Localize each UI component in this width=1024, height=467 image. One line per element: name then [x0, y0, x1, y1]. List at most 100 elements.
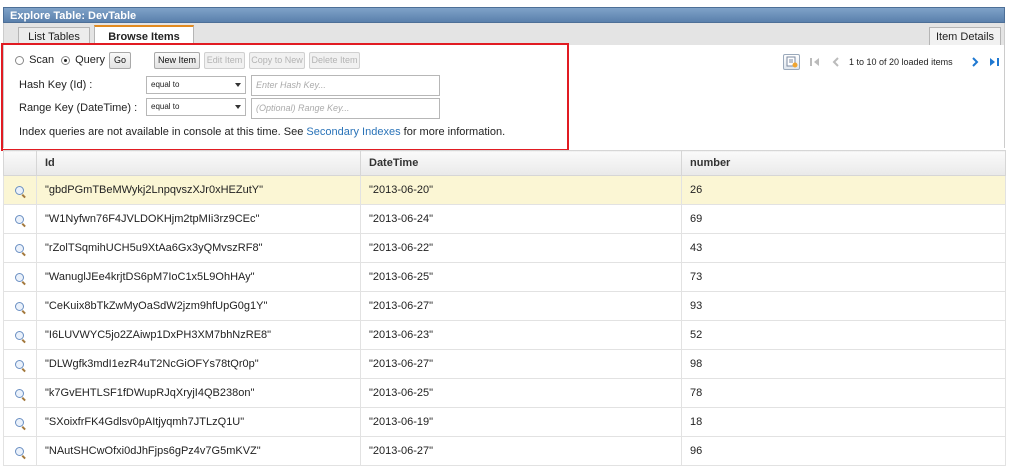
view-item-icon[interactable] [3, 349, 37, 379]
cell-datetime[interactable]: "2013-06-19" [360, 407, 682, 437]
view-item-icon[interactable] [3, 262, 37, 292]
cell-id[interactable]: "SXoixfrFK4Gdlsv0pAItjyqmh7JTLzQ1U" [36, 407, 361, 437]
scan-radio[interactable] [15, 55, 24, 65]
view-item-icon[interactable] [3, 407, 37, 437]
cell-id[interactable]: "I6LUVWYC5jo2ZAiwp1DxPH3XM7bhNzRE8" [36, 320, 361, 350]
table-row[interactable]: "k7GvEHTLSF1fDWupRJqXryjI4QB238on" "2013… [3, 378, 1006, 408]
index-note: Index queries are not available in conso… [19, 126, 505, 138]
view-item-icon[interactable] [3, 378, 37, 408]
first-page-icon[interactable] [809, 56, 821, 70]
cell-id[interactable]: "k7GvEHTLSF1fDWupRJqXryjI4QB238on" [36, 378, 361, 408]
cell-id[interactable]: "rZolTSqmihUCH5u9XtAa6Gx3yQMvszRF8" [36, 233, 361, 263]
table-row[interactable]: "CeKuix8bTkZwMyOaSdW2jzm9hfUpG0g1Y" "201… [3, 291, 1006, 321]
range-operator-value: equal to [151, 102, 180, 111]
cell-datetime[interactable]: "2013-06-27" [360, 291, 682, 321]
table-row[interactable]: "I6LUVWYC5jo2ZAiwp1DxPH3XM7bhNzRE8" "201… [3, 320, 1006, 350]
cell-number[interactable]: 18 [681, 407, 1006, 437]
items-table: Id DateTime number "gbdPGmTBeMWykj2Lnpqv… [3, 150, 1006, 466]
magnifier-icon [15, 359, 24, 369]
hash-key-input[interactable]: Enter Hash Key... [251, 75, 440, 96]
chevron-down-icon [235, 83, 241, 87]
cell-datetime[interactable]: "2013-06-27" [360, 436, 682, 466]
magnifier-icon [15, 446, 24, 456]
column-header-number[interactable]: number [681, 150, 1006, 176]
table-row[interactable]: "NAutSHCwOfxi0dJhFjps6gPz4v7G5mKVZ" "201… [3, 436, 1006, 466]
magnifier-icon [15, 417, 24, 427]
cell-number[interactable]: 43 [681, 233, 1006, 263]
cell-id[interactable]: "gbdPGmTBeMWykj2LnpqvszXJr0xHEZutY" [36, 175, 361, 205]
cell-number[interactable]: 52 [681, 320, 1006, 350]
view-item-icon[interactable] [3, 320, 37, 350]
magnifier-icon [15, 301, 24, 311]
view-item-icon[interactable] [3, 291, 37, 321]
go-button[interactable]: Go [109, 52, 131, 69]
header-spacer [3, 150, 37, 176]
query-option[interactable]: Query [61, 54, 105, 66]
cell-datetime[interactable]: "2013-06-24" [360, 204, 682, 234]
table-row[interactable]: "W1Nyfwn76F4JVLDOKHjm2tpMIi3rz9CEc" "201… [3, 204, 1006, 234]
pager-status: 1 to 10 of 20 loaded items [849, 57, 953, 67]
previous-page-icon[interactable] [831, 56, 841, 70]
cell-number[interactable]: 78 [681, 378, 1006, 408]
cell-id[interactable]: "W1Nyfwn76F4JVLDOKHjm2tpMIi3rz9CEc" [36, 204, 361, 234]
query-radio[interactable] [61, 55, 70, 65]
hash-operator-value: equal to [151, 80, 180, 89]
next-page-icon[interactable] [970, 56, 980, 70]
cell-number[interactable]: 98 [681, 349, 1006, 379]
tab-browse-items[interactable]: Browse Items [94, 25, 194, 46]
cell-datetime[interactable]: "2013-06-25" [360, 262, 682, 292]
scan-label: Scan [29, 54, 55, 66]
range-operator-select[interactable]: equal to [146, 98, 246, 116]
scan-option[interactable]: Scan [15, 54, 54, 66]
query-panel: Scan Query Go New Item Edit Item Copy to… [3, 45, 1005, 148]
magnifier-icon [15, 243, 24, 253]
chevron-down-icon [235, 105, 241, 109]
cell-number[interactable]: 73 [681, 262, 1006, 292]
cell-number[interactable]: 69 [681, 204, 1006, 234]
magnifier-icon [15, 185, 24, 195]
cell-datetime[interactable]: "2013-06-27" [360, 349, 682, 379]
table-row[interactable]: "SXoixfrFK4Gdlsv0pAItjyqmh7JTLzQ1U" "201… [3, 407, 1006, 437]
view-item-icon[interactable] [3, 175, 37, 205]
table-row[interactable]: "DLWgfk3mdI1ezR4uT2NcGiOFYs78tQr0p" "201… [3, 349, 1006, 379]
cell-datetime[interactable]: "2013-06-23" [360, 320, 682, 350]
cell-number[interactable]: 93 [681, 291, 1006, 321]
delete-item-button[interactable]: Delete Item [309, 52, 360, 69]
edit-item-button[interactable]: Edit Item [204, 52, 245, 69]
cell-number[interactable]: 26 [681, 175, 1006, 205]
new-item-button[interactable]: New Item [154, 52, 200, 69]
secondary-indexes-link[interactable]: Secondary Indexes [306, 126, 400, 138]
view-item-icon[interactable] [3, 233, 37, 263]
range-key-input[interactable]: (Optional) Range Key... [251, 98, 440, 119]
range-key-label: Range Key (DateTime) : [19, 102, 138, 114]
cell-id[interactable]: "DLWgfk3mdI1ezR4uT2NcGiOFYs78tQr0p" [36, 349, 361, 379]
refresh-icon[interactable] [783, 54, 800, 70]
magnifier-icon [15, 214, 24, 224]
cell-datetime[interactable]: "2013-06-20" [360, 175, 682, 205]
table-row[interactable]: "gbdPGmTBeMWykj2LnpqvszXJr0xHEZutY" "201… [3, 175, 1006, 205]
magnifier-icon [15, 272, 24, 282]
column-header-datetime[interactable]: DateTime [360, 150, 682, 176]
cell-datetime[interactable]: "2013-06-25" [360, 378, 682, 408]
tab-list-tables[interactable]: List Tables [18, 27, 90, 45]
cell-id[interactable]: "WanuglJEe4krjtDS6pM7IoC1x5L9OhHAy" [36, 262, 361, 292]
cell-number[interactable]: 96 [681, 436, 1006, 466]
table-header: Id DateTime number [3, 150, 1006, 176]
view-item-icon[interactable] [3, 204, 37, 234]
hash-key-label: Hash Key (Id) : [19, 79, 93, 91]
hash-operator-select[interactable]: equal to [146, 76, 246, 94]
last-page-icon[interactable] [988, 56, 1000, 70]
index-note-suffix: for more information. [403, 126, 506, 138]
table-row[interactable]: "WanuglJEe4krjtDS6pM7IoC1x5L9OhHAy" "201… [3, 262, 1006, 292]
cell-id[interactable]: "NAutSHCwOfxi0dJhFjps6gPz4v7G5mKVZ" [36, 436, 361, 466]
magnifier-icon [15, 388, 24, 398]
cell-id[interactable]: "CeKuix8bTkZwMyOaSdW2jzm9hfUpG0g1Y" [36, 291, 361, 321]
column-header-id[interactable]: Id [36, 150, 361, 176]
window-title: Explore Table: DevTable [3, 7, 1005, 23]
cell-datetime[interactable]: "2013-06-22" [360, 233, 682, 263]
index-note-text: Index queries are not available in conso… [19, 126, 304, 138]
tab-item-details[interactable]: Item Details [929, 27, 1001, 45]
table-row[interactable]: "rZolTSqmihUCH5u9XtAa6Gx3yQMvszRF8" "201… [3, 233, 1006, 263]
copy-to-new-button[interactable]: Copy to New [249, 52, 305, 69]
view-item-icon[interactable] [3, 436, 37, 466]
